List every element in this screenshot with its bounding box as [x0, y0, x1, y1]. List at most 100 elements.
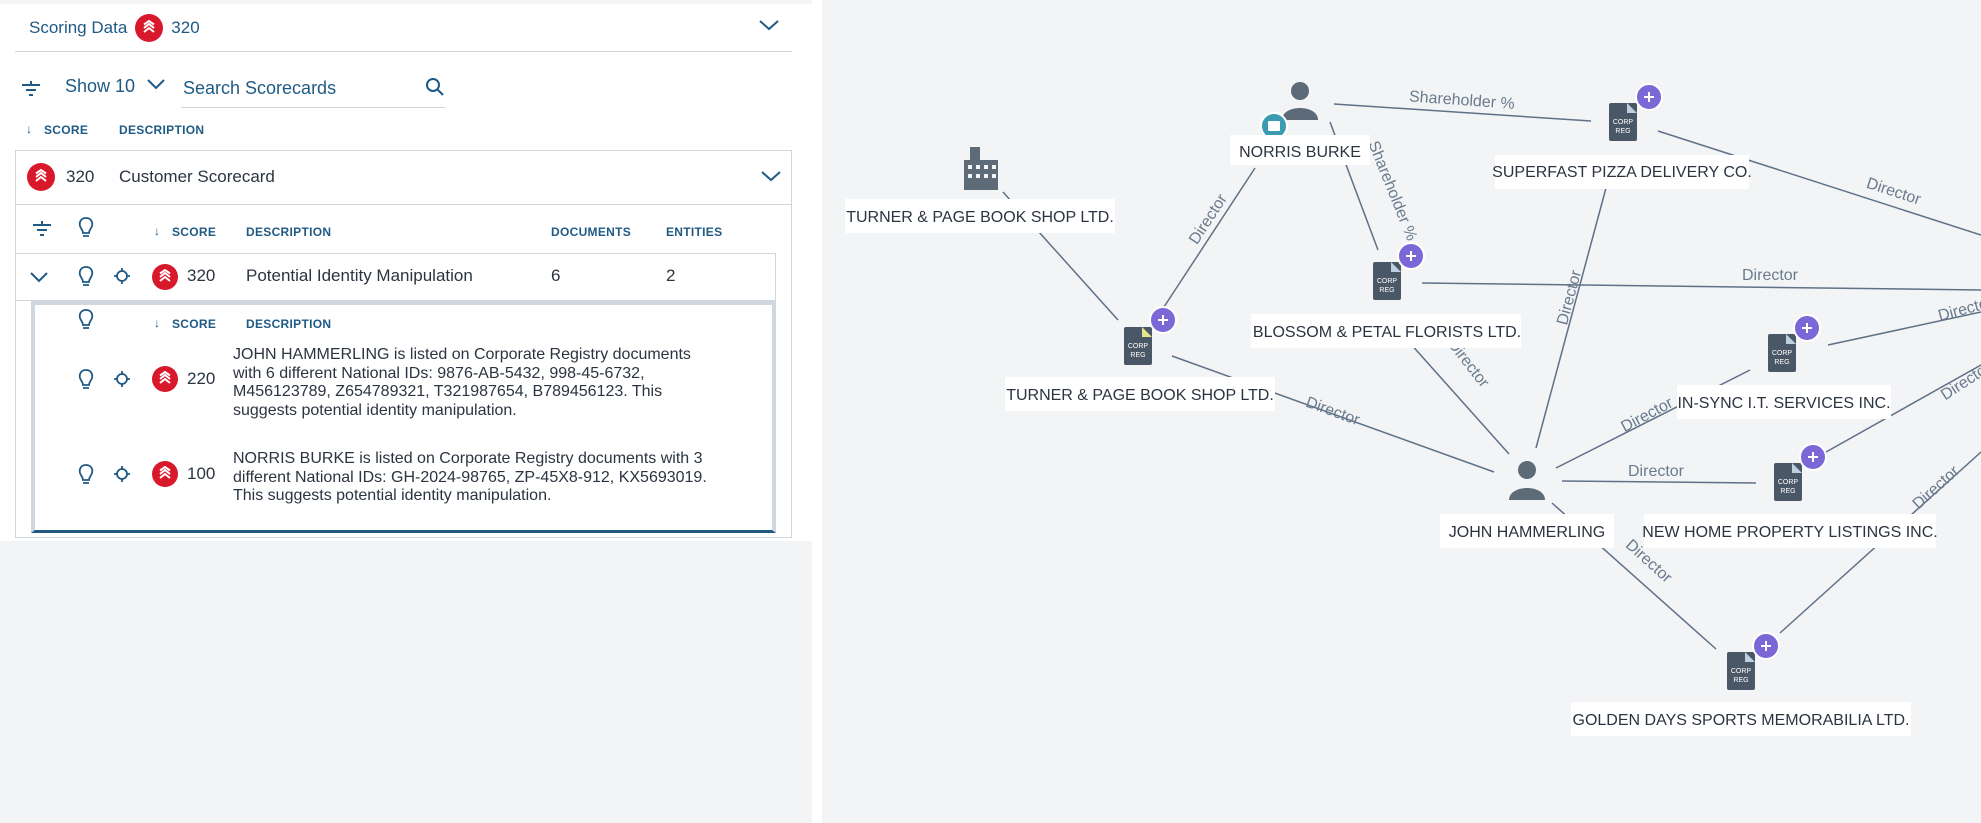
- scoring-panel: Scoring Data 320 Show 10 Search Scorecar…: [0, 0, 812, 823]
- locate-icon[interactable]: [114, 466, 130, 487]
- chevron-down-icon[interactable]: [760, 169, 782, 188]
- scorecard-name: Customer Scorecard: [119, 167, 275, 186]
- lightbulb-icon: [78, 217, 94, 244]
- edge-label: Director: [1938, 359, 1981, 404]
- doc-glyph: CORP: [1772, 350, 1793, 357]
- node-document[interactable]: CORP REG GOLDEN DAYS SPORTS MEMORABILIA …: [1571, 632, 1911, 736]
- doc-glyph: REG: [1615, 128, 1630, 135]
- doc-glyph: CORP: [1128, 343, 1149, 350]
- node-label: TURNER & PAGE BOOK SHOP LTD.: [846, 209, 1114, 226]
- graph-canvas[interactable]: Shareholder % Shareholder % Director Dir…: [822, 0, 1981, 823]
- col-documents-header[interactable]: DOCUMENTS: [551, 225, 631, 239]
- severity-high-icon: [135, 13, 164, 42]
- scorecard-toolbar: Show 10: [15, 68, 445, 110]
- rule-score: 320: [187, 266, 216, 285]
- node-document[interactable]: CORP REG SUPERFAST PIZZA DELIVERY CO.: [1492, 83, 1752, 189]
- detail-score: 220: [187, 369, 216, 388]
- filter-icon[interactable]: [21, 80, 41, 103]
- node-label: GOLDEN DAYS SPORTS MEMORABILIA LTD.: [1573, 712, 1910, 729]
- doc-glyph: REG: [1780, 488, 1795, 495]
- rule-row[interactable]: 320 Potential Identity Manipulation 6 2: [16, 253, 776, 301]
- node-label: SUPERFAST PIZZA DELIVERY CO.: [1492, 164, 1752, 181]
- node-label: NEW HOME PROPERTY LISTINGS INC.: [1642, 524, 1937, 541]
- col-score-header[interactable]: SCORE: [172, 317, 216, 331]
- scorecard-item: 320 Customer Scorecard ↓ SCORE DESCRIPTI…: [15, 150, 792, 538]
- edge-label: Director: [1554, 268, 1585, 327]
- severity-high-icon: [152, 461, 178, 487]
- chevron-down-icon[interactable]: [758, 18, 780, 37]
- node-label: IN-SYNC I.T. SERVICES INC.: [1677, 395, 1890, 412]
- scoring-card: Scoring Data 320 Show 10 Search Scorecar…: [0, 4, 812, 541]
- edge[interactable]: [1161, 167, 1256, 311]
- edge-label: Director: [1864, 175, 1923, 209]
- node-label: BLOSSOM & PETAL FLORISTS LTD.: [1253, 324, 1521, 341]
- edge[interactable]: [1421, 282, 1981, 291]
- detail-score: 100: [187, 464, 216, 483]
- entity-graph[interactable]: Shareholder % Shareholder % Director Dir…: [822, 0, 1981, 823]
- node-label: TURNER & PAGE BOOK SHOP LTD.: [1006, 387, 1274, 404]
- detail-line: M456123789, Z654789321, T321987654, B789…: [233, 383, 663, 400]
- graph-edges: [1002, 103, 1981, 650]
- scorecard-header[interactable]: 320 Customer Scorecard: [16, 151, 791, 205]
- scoring-header[interactable]: Scoring Data 320: [15, 4, 792, 52]
- col-entities-header[interactable]: ENTITIES: [666, 225, 722, 239]
- node-person[interactable]: NORRIS BURKE: [1230, 82, 1370, 165]
- sort-desc-icon: ↓: [154, 224, 161, 238]
- node-person[interactable]: JOHN HAMMERLING: [1440, 461, 1614, 548]
- detail-line: suggests potential identity manipulation…: [233, 401, 517, 419]
- scoring-title: Scoring Data: [29, 17, 128, 37]
- search-input[interactable]: [181, 68, 401, 108]
- chevron-down-icon[interactable]: [146, 77, 166, 96]
- detail-line: different National IDs: GH-2024-98765, Z…: [233, 468, 707, 486]
- node-document[interactable]: CORP REG BLOSSOM & PETAL FLORISTS LTD.: [1251, 242, 1521, 348]
- sort-desc-icon: ↓: [26, 122, 33, 136]
- sort-desc-icon: ↓: [154, 316, 161, 330]
- doc-glyph: REG: [1774, 359, 1789, 366]
- edge-label: Director: [1936, 294, 1981, 325]
- node-document[interactable]: CORP REG NEW HOME PROPERTY LISTINGS INC.: [1642, 443, 1938, 548]
- col-score-header[interactable]: SCORE: [44, 123, 88, 137]
- node-label: NORRIS BURKE: [1239, 144, 1361, 161]
- filter-icon[interactable]: [32, 220, 52, 243]
- col-description-header[interactable]: DESCRIPTION: [246, 317, 331, 331]
- severity-high-icon: [152, 264, 178, 290]
- rule-description: Potential Identity Manipulation: [246, 266, 473, 285]
- detail-description: JOHN HAMMERLING is listed on Corporate R…: [233, 346, 755, 420]
- rule-entities: 2: [666, 266, 676, 285]
- edge[interactable]: [1561, 480, 1757, 484]
- rule-details: ↓ SCORE DESCRIPTION 220 JOHN HAMMERLING …: [31, 301, 776, 533]
- edge-label: Director: [1742, 267, 1799, 284]
- edge-label: Shareholder %: [1408, 88, 1515, 112]
- doc-glyph: REG: [1733, 677, 1748, 684]
- col-score-header[interactable]: SCORE: [172, 225, 216, 239]
- edge-label: Director: [1910, 462, 1963, 513]
- rule-documents: 6: [551, 266, 561, 285]
- detail-line: JOHN HAMMERLING is listed on Corporate R…: [233, 346, 691, 363]
- edge-label: Shareholder %: [1364, 139, 1419, 244]
- col-description-header[interactable]: DESCRIPTION: [119, 123, 204, 137]
- lightbulb-icon[interactable]: [78, 464, 94, 491]
- node-organization[interactable]: TURNER & PAGE BOOK SHOP LTD.: [845, 147, 1115, 233]
- detail-line: This suggests potential identity manipul…: [233, 487, 552, 504]
- detail-description: NORRIS BURKE is listed on Corporate Regi…: [233, 450, 755, 506]
- search-icon[interactable]: [425, 77, 445, 102]
- severity-high-icon: [152, 366, 178, 392]
- node-document[interactable]: CORP REG TURNER & PAGE BOOK SHOP LTD.: [1005, 306, 1275, 411]
- panel-divider[interactable]: [812, 0, 822, 823]
- lightbulb-icon: [78, 309, 94, 336]
- search-box: [181, 68, 445, 108]
- chevron-down-icon[interactable]: [29, 270, 49, 289]
- lightbulb-icon[interactable]: [78, 266, 94, 293]
- lightbulb-icon[interactable]: [78, 369, 94, 396]
- locate-icon[interactable]: [114, 371, 130, 392]
- doc-glyph: REG: [1130, 352, 1145, 359]
- detail-line: NORRIS BURKE is listed on Corporate Regi…: [233, 450, 703, 467]
- col-description-header[interactable]: DESCRIPTION: [246, 225, 331, 239]
- node-document[interactable]: CORP REG IN-SYNC I.T. SERVICES INC.: [1677, 314, 1891, 419]
- doc-glyph: REG: [1379, 287, 1394, 294]
- rules-table-header: ↓ SCORE DESCRIPTION DOCUMENTS ENTITIES: [16, 205, 791, 253]
- locate-icon[interactable]: [114, 268, 130, 289]
- show-count-select[interactable]: Show 10: [65, 76, 135, 97]
- edge-label: Director: [1303, 394, 1362, 429]
- detail-line: with 6 different National IDs: 9876-AB-5…: [233, 364, 645, 382]
